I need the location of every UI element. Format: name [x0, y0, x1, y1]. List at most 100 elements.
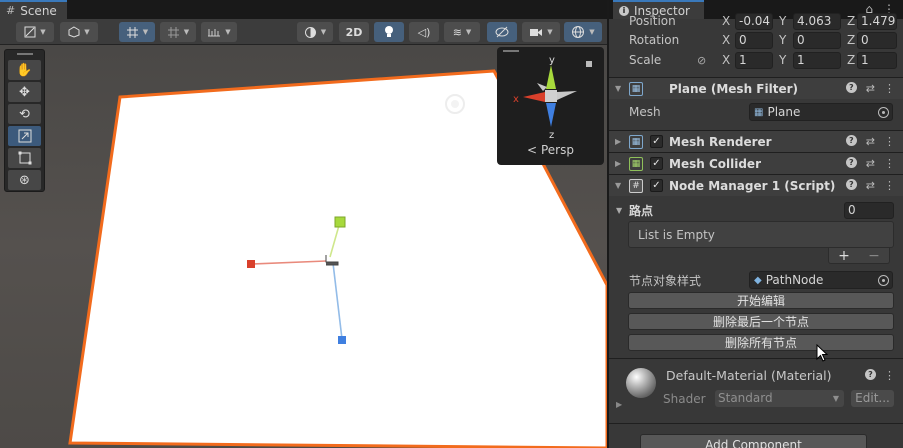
mesh-field[interactable]: ▦ Plane: [749, 103, 893, 121]
mesh-collider-header[interactable]: ▶ ▦ ✓ Mesh Collider ? ⇄ ⋮: [609, 152, 903, 174]
node-manager-enabled-checkbox[interactable]: ✓: [650, 179, 663, 192]
position-row: Position X -0.04 Y 4.063 Z 1.479: [609, 11, 903, 31]
rotation-y-field[interactable]: 0: [793, 31, 841, 49]
kebab-menu-icon[interactable]: ⋮: [884, 179, 895, 192]
shader-dropdown[interactable]: Standard ▼: [715, 390, 844, 407]
hand-tool[interactable]: ✋: [8, 60, 41, 80]
expand-arrow-icon[interactable]: ▶: [615, 137, 621, 146]
lighting-button[interactable]: [374, 22, 404, 42]
delete-last-node-button[interactable]: 删除最后一个节点: [628, 313, 894, 330]
material-section: Default-Material (Material) ? ⋮ ▶ Shader …: [609, 358, 903, 416]
gizmo-grip[interactable]: [497, 47, 604, 55]
hidden-objects-button[interactable]: [487, 22, 517, 42]
rotation-y-axis: Y: [779, 33, 787, 47]
gizmos-button[interactable]: ▼: [564, 22, 602, 42]
path-list-collapse-icon[interactable]: ▼: [616, 206, 622, 215]
mesh-renderer-header[interactable]: ▶ ▦ ✓ Mesh Renderer ? ⇄ ⋮: [609, 130, 903, 152]
effects-button[interactable]: ≋ ▼: [444, 22, 480, 42]
rotate-icon: ⟲: [19, 106, 30, 122]
grid-snap-button[interactable]: ▼: [119, 22, 155, 42]
hand-icon: ✋: [16, 62, 33, 78]
delete-all-nodes-button[interactable]: 删除所有节点: [628, 334, 894, 351]
list-controls: + −: [828, 248, 890, 264]
eye-slash-icon: [495, 26, 509, 38]
object-picker-icon[interactable]: [878, 274, 889, 286]
preset-icon[interactable]: ⇄: [866, 82, 875, 95]
lightbulb-icon: [385, 26, 393, 37]
help-icon[interactable]: ?: [845, 135, 857, 146]
kebab-menu-icon[interactable]: ⋮: [884, 369, 895, 382]
position-y-field[interactable]: 4.063: [793, 12, 841, 30]
rotate-tool[interactable]: ⟲: [8, 104, 41, 124]
kebab-menu-icon[interactable]: ⋮: [884, 157, 895, 170]
ruler-icon: [208, 29, 221, 37]
preset-icon[interactable]: ⇄: [866, 179, 875, 192]
start-edit-button[interactable]: 开始编辑: [628, 292, 894, 309]
audio-button[interactable]: ◁): [409, 22, 439, 42]
axis-gizmo[interactable]: x y z: [497, 55, 604, 145]
kebab-menu-icon[interactable]: ⋮: [884, 82, 895, 95]
rotation-row: Rotation X 0 Y 0 Z 0: [609, 30, 903, 50]
remove-element-button[interactable]: −: [868, 248, 880, 264]
rotation-z-field[interactable]: 0: [857, 31, 897, 49]
render-mode-button[interactable]: ▼: [60, 22, 98, 42]
camera-icon: [530, 28, 543, 36]
help-icon[interactable]: ?: [865, 369, 876, 380]
scene-tab-label: Scene: [20, 3, 57, 18]
visibility-button[interactable]: ▼: [297, 22, 333, 42]
shader-edit-button[interactable]: Edit...: [851, 390, 894, 407]
kebab-menu-icon[interactable]: ⋮: [884, 135, 895, 148]
path-count-field[interactable]: 0: [844, 201, 894, 219]
increment-snap-icon: [167, 26, 179, 38]
mesh-renderer-title: Mesh Renderer: [669, 134, 772, 149]
increment-snap-button[interactable]: ▼: [160, 22, 196, 42]
scale-z-field[interactable]: 1: [857, 51, 897, 69]
mesh-renderer-enabled-checkbox[interactable]: ✓: [650, 135, 663, 148]
scale-y-field[interactable]: 1: [793, 51, 841, 69]
ruler-button[interactable]: ▼: [201, 22, 237, 42]
move-tool[interactable]: ✥: [8, 82, 41, 102]
projection-toggle[interactable]: < Persp: [497, 143, 604, 157]
tools-grip[interactable]: [5, 50, 44, 58]
gizmo-z-label: z: [549, 130, 554, 141]
preset-icon[interactable]: ⇄: [866, 157, 875, 170]
help-icon[interactable]: ?: [845, 179, 857, 190]
expand-arrow-icon[interactable]: ▶: [615, 159, 621, 168]
add-component-button[interactable]: Add Component: [640, 434, 867, 448]
rotation-x-field[interactable]: 0: [735, 31, 773, 49]
draw-mode-button[interactable]: ▼: [16, 22, 54, 42]
position-z-field[interactable]: 1.479: [857, 12, 897, 30]
rotation-x-axis: X: [722, 33, 731, 47]
help-icon[interactable]: ?: [845, 82, 857, 93]
node-style-field[interactable]: ◆ PathNode: [749, 271, 893, 289]
rect-tool[interactable]: [8, 148, 41, 168]
add-element-button[interactable]: +: [838, 248, 850, 264]
material-expand-icon[interactable]: ▶: [616, 400, 622, 409]
constrain-proportions-icon[interactable]: ⊘: [697, 54, 706, 67]
shader-value: Standard: [718, 391, 773, 405]
object-picker-icon[interactable]: [878, 106, 889, 118]
collapse-arrow-icon[interactable]: ▼: [615, 84, 621, 93]
persp-icon: <: [527, 143, 538, 157]
collapse-arrow-icon[interactable]: ▼: [615, 181, 621, 190]
mode-2d-button[interactable]: 2D: [339, 22, 369, 42]
preset-icon[interactable]: ⇄: [866, 135, 875, 148]
chevron-down-icon: ▼: [832, 394, 839, 403]
mesh-row: Mesh ▦ Plane: [609, 102, 903, 122]
position-y-axis: Y: [779, 14, 787, 28]
scale-x-field[interactable]: 1: [735, 51, 773, 69]
neg-x-cone: [557, 91, 577, 100]
grid-icon: #: [6, 4, 16, 17]
scale-tool[interactable]: [8, 126, 41, 146]
transform-tool[interactable]: ⊛: [8, 170, 41, 190]
node-manager-header[interactable]: ▼ # ✓ Node Manager 1 (Script) ? ⇄ ⋮: [609, 174, 903, 196]
scene-tab[interactable]: # Scene: [0, 0, 67, 19]
camera-button[interactable]: ▼: [522, 22, 560, 42]
scale-x-axis: X: [722, 53, 731, 67]
rotation-z-axis: Z: [847, 33, 856, 47]
mesh-collider-enabled-checkbox[interactable]: ✓: [650, 157, 663, 170]
mesh-filter-header[interactable]: ▼ ▦ Plane (Mesh Filter) ? ⇄ ⋮: [609, 77, 903, 99]
scale-icon: [18, 129, 31, 143]
position-x-field[interactable]: -0.04: [735, 12, 773, 30]
help-icon[interactable]: ?: [845, 157, 857, 168]
